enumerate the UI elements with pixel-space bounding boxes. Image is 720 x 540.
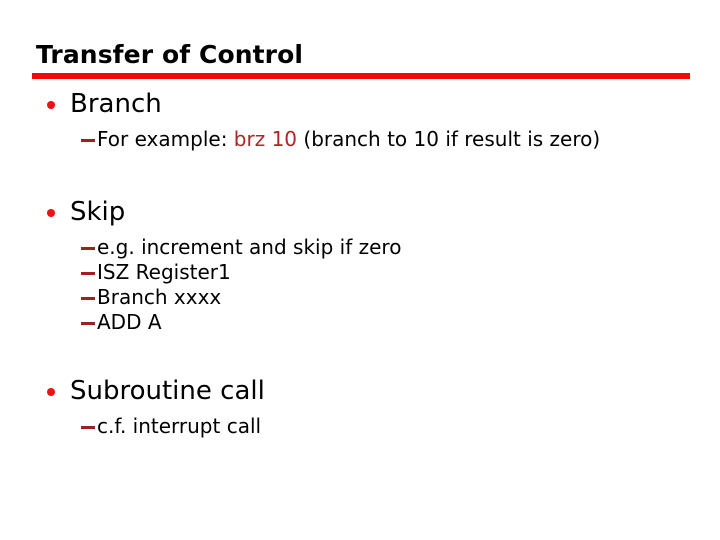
sub-bullet-item-skip-eg: e.g. increment and skip if zero	[0, 235, 720, 260]
slide-body: Branch For example: brz 10 (branch to 10…	[0, 88, 720, 439]
bullet-item-subroutine-call: Subroutine call	[0, 375, 720, 408]
dash-icon	[81, 322, 95, 325]
sub-bullet-label: c.f. interrupt call	[97, 414, 262, 438]
sub-bullet-item-branch-example: For example: brz 10 (branch to 10 if res…	[0, 127, 720, 152]
sub-bullet-item-isz: ISZ Register1	[0, 260, 720, 285]
sub-bullet-suffix: (branch to 10 if result is zero)	[297, 127, 601, 151]
bullet-label: Branch	[70, 89, 162, 119]
page-title: Transfer of Control	[36, 40, 304, 69]
slide-canvas: Transfer of Control Branch For example: …	[0, 0, 720, 540]
sub-bullet-label: Branch xxxx	[97, 285, 222, 309]
dash-icon	[81, 297, 95, 300]
bullet-label: Skip	[70, 197, 126, 227]
sub-bullet-label: ADD A	[97, 310, 162, 334]
dash-icon	[81, 272, 95, 275]
bullet-label: Subroutine call	[70, 376, 265, 406]
sub-bullet-item-branch-xxxx: Branch xxxx	[0, 285, 720, 310]
dash-icon	[81, 247, 95, 250]
section-branch: Branch For example: brz 10 (branch to 10…	[0, 88, 720, 152]
section-skip: Skip e.g. increment and skip if zero ISZ…	[0, 196, 720, 335]
section-subroutine-call: Subroutine call c.f. interrupt call	[0, 375, 720, 439]
sub-bullet-label: For example: brz 10 (branch to 10 if res…	[97, 127, 720, 152]
bullet-item-skip: Skip	[0, 196, 720, 229]
sub-bullet-label: ISZ Register1	[97, 260, 231, 284]
title-underline-rule	[32, 73, 690, 79]
sub-bullet-code: brz 10	[233, 127, 298, 151]
sub-bullet-label: e.g. increment and skip if zero	[97, 235, 402, 259]
sub-bullet-prefix: For example:	[97, 127, 234, 151]
bullet-dot-icon	[47, 209, 55, 217]
bullet-dot-icon	[47, 388, 55, 396]
bullet-item-branch: Branch	[0, 88, 720, 121]
dash-icon	[81, 139, 95, 142]
dash-icon	[81, 426, 95, 429]
bullet-dot-icon	[47, 101, 55, 109]
sub-bullet-item-cf-interrupt-call: c.f. interrupt call	[0, 414, 720, 439]
sub-bullet-item-add-a: ADD A	[0, 310, 720, 335]
title-block: Transfer of Control	[36, 40, 692, 70]
